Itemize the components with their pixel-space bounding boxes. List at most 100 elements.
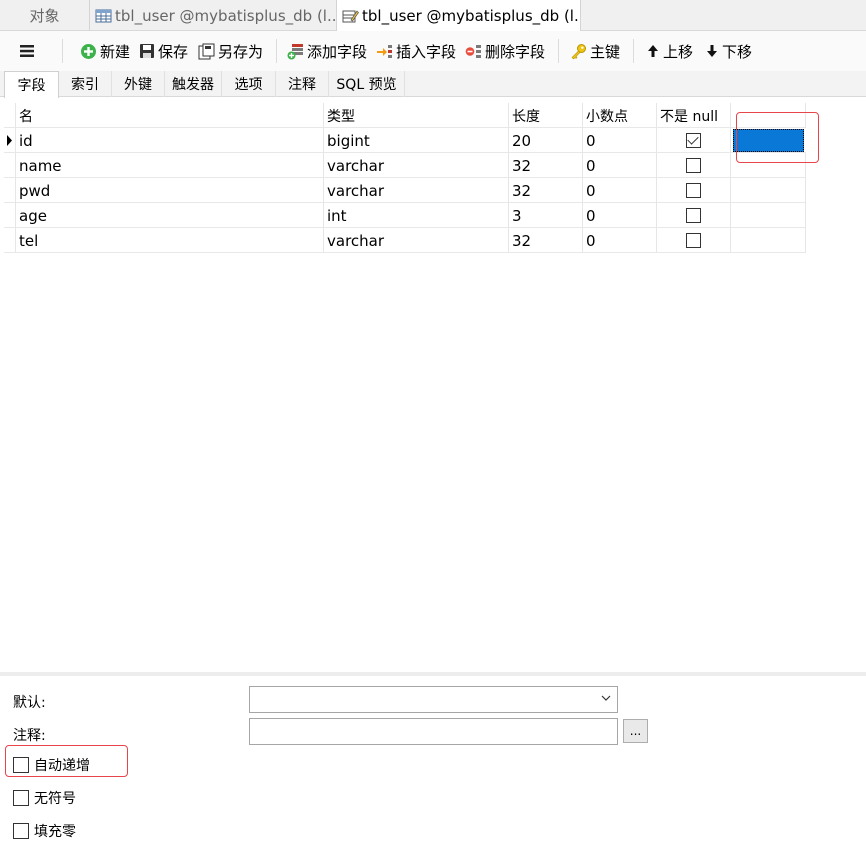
ellipsis-label: ... [629,724,642,738]
not-null-checkbox[interactable] [686,133,701,148]
table-row[interactable]: id bigint 20 0 [4,128,806,153]
not-null-checkbox[interactable] [686,158,701,173]
tab-foreign-keys[interactable]: 外键 [112,71,165,97]
insert-field-button[interactable]: 插入字段 [376,41,456,61]
not-null-checkbox[interactable] [686,208,701,223]
move-down-button[interactable]: 下移 [705,41,752,61]
panel-splitter[interactable] [0,672,866,676]
cell-length[interactable]: 32 [509,228,583,253]
tab-fields[interactable]: 字段 [4,71,59,98]
delete-field-button[interactable]: 删除字段 [465,41,545,61]
save-as-button-label: 另存为 [218,42,264,61]
row-marker [4,228,16,253]
cell-decimals[interactable]: 0 [583,203,657,228]
column-header-type[interactable]: 类型 [324,103,509,128]
cell-name[interactable]: name [16,153,324,178]
highlight-box [5,745,128,777]
cell-type[interactable]: bigint [324,128,509,153]
row-marker [4,128,16,153]
cell-length[interactable]: 32 [509,153,583,178]
unsigned-option[interactable]: 无符号 [13,788,76,808]
move-up-button[interactable]: 上移 [646,41,693,61]
unsigned-checkbox[interactable] [13,790,29,806]
insert-field-icon [377,44,392,58]
column-header-length[interactable]: 长度 [509,103,583,128]
cell-length-text: 32 [512,231,532,250]
cell-type-text: varchar [327,181,385,200]
table-icon [95,9,112,22]
save-button-label: 保存 [158,42,189,61]
tab-triggers-label: 触发器 [172,77,214,93]
save-icon [140,44,154,58]
cell-extra [731,228,806,253]
cell-decimals-text: 0 [586,156,596,175]
cell-name[interactable]: pwd [16,178,324,203]
column-header-not-null-label: 不是 null [660,108,718,125]
comment-label: 注释: [13,728,46,744]
cell-decimals[interactable]: 0 [583,153,657,178]
not-null-checkbox[interactable] [686,183,701,198]
delete-field-button-label: 删除字段 [485,42,546,61]
move-down-button-label: 下移 [722,42,753,61]
cell-type[interactable]: int [324,203,509,228]
cell-name-text: pwd [19,181,51,200]
cell-decimals[interactable]: 0 [583,128,657,153]
tab-table-design[interactable]: tbl_user @mybatisplus_db (l... [336,0,581,32]
tab-indexes[interactable]: 索引 [59,71,112,97]
cell-type[interactable]: varchar [324,153,509,178]
column-header-length-label: 长度 [512,108,540,125]
not-null-checkbox[interactable] [686,233,701,248]
cell-name[interactable]: id [16,128,324,153]
menu-button[interactable] [19,41,38,61]
column-header-name[interactable]: 名 [16,103,324,128]
cell-decimals[interactable]: 0 [583,228,657,253]
tab-sql-preview[interactable]: SQL 预览 [329,71,405,97]
tab-objects[interactable]: 对象 [0,0,89,31]
tab-comment[interactable]: 注释 [276,71,329,97]
current-row-arrow-icon [7,135,12,146]
cell-not-null [657,128,731,153]
cell-extra [731,178,806,203]
table-row[interactable]: pwd varchar 32 0 [4,178,806,203]
cell-length-text: 3 [512,206,522,225]
primary-key-button[interactable]: 主键 [570,41,620,61]
comment-ellipsis-button[interactable]: ... [623,719,648,743]
tab-fields-label: 字段 [17,78,46,94]
comment-field[interactable] [249,718,618,745]
tab-table-data[interactable]: tbl_user @mybatisplus_db (l... [89,0,336,31]
default-select[interactable] [249,686,618,713]
table-row[interactable]: tel varchar 32 0 [4,228,806,253]
add-field-button[interactable]: 添加字段 [287,41,367,61]
table-row[interactable]: age int 3 0 [4,203,806,228]
cell-decimals-text: 0 [586,231,596,250]
tab-indexes-label: 索引 [71,77,99,93]
cell-type[interactable]: varchar [324,228,509,253]
cell-length[interactable]: 20 [509,128,583,153]
new-button[interactable]: 新建 [80,41,130,61]
cell-length[interactable]: 3 [509,203,583,228]
tab-triggers[interactable]: 触发器 [165,71,222,97]
cell-name-text: name [19,156,62,175]
save-button[interactable]: 保存 [139,41,188,61]
tab-options[interactable]: 选项 [222,71,276,97]
table-row[interactable]: name varchar 32 0 [4,153,806,178]
zerofill-label: 填充零 [34,824,76,840]
zerofill-checkbox[interactable] [13,823,29,839]
zerofill-option[interactable]: 填充零 [13,821,76,841]
column-header-decimals[interactable]: 小数点 [583,103,657,128]
cell-type[interactable]: varchar [324,178,509,203]
design-subtabs: 字段 索引 外键 触发器 选项 注释 SQL 预览 [0,71,866,98]
hamburger-icon [20,45,34,57]
column-header-not-null[interactable]: 不是 null [657,103,731,128]
cell-name[interactable]: age [16,203,324,228]
cell-length[interactable]: 32 [509,178,583,203]
cell-name[interactable]: tel [16,228,324,253]
cell-decimals[interactable]: 0 [583,178,657,203]
toolbar-separator [633,39,634,63]
toolbar-separator [276,39,277,63]
tab-options-label: 选项 [234,77,263,93]
tab-sql-preview-label: SQL 预览 [336,77,397,93]
save-as-button[interactable]: 另存为 [198,41,263,61]
document-tab-bar: 对象 tbl_user @mybatisplus_db (l... tbl_us… [0,0,866,32]
cell-type-text: varchar [327,156,385,175]
